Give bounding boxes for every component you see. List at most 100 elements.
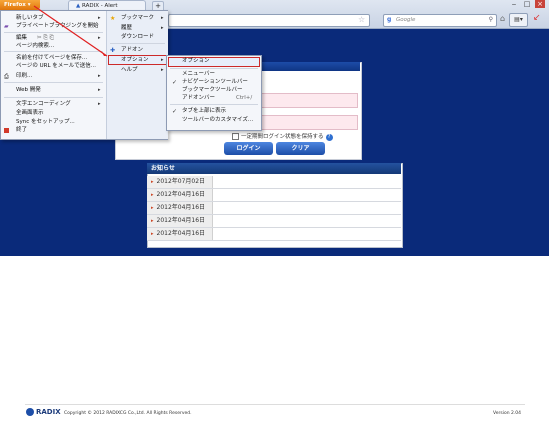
radix-logo-icon bbox=[26, 408, 34, 416]
search-placeholder: Google bbox=[396, 17, 416, 23]
footer-divider bbox=[25, 404, 525, 405]
tab-favicon: ▲ bbox=[76, 3, 81, 9]
menu-separator bbox=[170, 104, 258, 105]
submenu-item-addon-bar[interactable]: アドオンバー bbox=[182, 94, 215, 102]
menu-item-save-page[interactable]: 名前を付けてページを保存... bbox=[16, 54, 87, 62]
exit-icon bbox=[4, 128, 9, 133]
menu-separator bbox=[4, 51, 103, 52]
news-row[interactable]: ▸ 2012年04月16日 bbox=[147, 202, 401, 215]
menu-item-web-developer[interactable]: Web 開発 bbox=[16, 86, 41, 94]
news-row[interactable]: ▸ 2012年04月16日 bbox=[147, 228, 401, 241]
google-icon: g bbox=[387, 16, 392, 23]
bullet-icon: ▸ bbox=[151, 192, 154, 198]
mask-icon: ▰ bbox=[4, 23, 9, 30]
submenu-arrow-icon: ▸ bbox=[98, 15, 101, 21]
red-arrow-icon: ↙ bbox=[533, 13, 541, 23]
news-row[interactable]: ▸ 2012年07月02日 bbox=[147, 176, 401, 189]
bullet-icon: ▸ bbox=[151, 231, 154, 237]
footer-logo-text: RADIX bbox=[36, 408, 61, 416]
help-icon[interactable]: ? bbox=[325, 134, 333, 141]
submenu-item-customize-toolbar[interactable]: ツールバーのカスタマイズ... bbox=[182, 116, 253, 124]
submenu-item-options[interactable]: オプション bbox=[182, 57, 210, 65]
clear-button[interactable]: クリア bbox=[276, 142, 325, 155]
search-input[interactable]: g Google ⚲ bbox=[383, 14, 497, 27]
bookmarks-button[interactable]: ▤▾ bbox=[509, 13, 528, 27]
remember-checkbox[interactable] bbox=[232, 133, 239, 140]
addon-bar-shortcut: Ctrl+/ bbox=[236, 95, 253, 101]
menu-left-column: 新しいタブ ▸ ▰ プライベートブラウジングを開始 編集 ✂ ⎘ ⎗ ▸ ページ… bbox=[1, 11, 106, 139]
menu-item-edit[interactable]: 編集 bbox=[16, 34, 27, 42]
menu-item-exit[interactable]: 終了 bbox=[16, 126, 27, 134]
login-button[interactable]: ログイン bbox=[224, 142, 273, 155]
user-id-field[interactable] bbox=[257, 93, 358, 108]
news-date: 2012年04月16日 bbox=[156, 230, 206, 237]
submenu-arrow-icon: ▸ bbox=[98, 101, 101, 107]
menu-separator bbox=[4, 97, 103, 98]
submenu-arrow-icon: ▸ bbox=[98, 87, 101, 93]
maximize-button[interactable]: □ bbox=[522, 0, 532, 8]
menu-item-print[interactable]: 印刷... bbox=[16, 72, 32, 80]
menu-item-addons[interactable]: アドオン bbox=[121, 46, 143, 54]
bullet-icon: ▸ bbox=[151, 179, 154, 185]
home-icon[interactable]: ⌂ bbox=[500, 14, 505, 23]
firefox-menu-button[interactable]: Firefox ▾ bbox=[0, 0, 40, 10]
news-title: お知らせ bbox=[147, 163, 401, 174]
menu-item-downloads[interactable]: ダウンロード bbox=[121, 33, 154, 41]
submenu-item-tabs-on-top[interactable]: タブを上部に表示 bbox=[182, 107, 226, 115]
news-date: 2012年04月16日 bbox=[156, 191, 206, 198]
checkmark-icon: ✓ bbox=[172, 79, 178, 86]
bullet-icon: ▸ bbox=[151, 218, 154, 224]
menu-item-find[interactable]: ページ内検索... bbox=[16, 42, 54, 50]
bookmark-star-icon[interactable]: ☆ bbox=[358, 15, 365, 24]
news-row[interactable]: ▸ 2012年04月16日 bbox=[147, 215, 401, 228]
menu-item-new-tab[interactable]: 新しいタブ bbox=[16, 14, 44, 22]
menu-item-options[interactable]: オプション bbox=[121, 56, 149, 64]
bullet-icon: ▸ bbox=[151, 205, 154, 211]
menu-separator bbox=[110, 43, 165, 44]
menu-right-column: ★ ブックマーク ▸ 履歴 ▸ ダウンロード ✚ アドオン オプション ▸ ヘル… bbox=[106, 11, 168, 139]
tab-title: RADIX - Alert bbox=[81, 3, 118, 9]
menu-separator bbox=[4, 82, 103, 83]
submenu-arrow-icon: ▸ bbox=[98, 35, 101, 41]
edit-tools-icons: ✂ ⎘ ⎗ bbox=[37, 35, 54, 41]
checkmark-icon: ✓ bbox=[172, 108, 178, 115]
menu-item-bookmarks[interactable]: ブックマーク bbox=[121, 14, 154, 22]
menu-item-email-link[interactable]: ページの URL をメールで送信... bbox=[16, 62, 96, 70]
submenu-arrow-icon: ▸ bbox=[161, 25, 164, 31]
submenu-item-menu-bar[interactable]: メニューバー bbox=[182, 70, 215, 78]
printer-icon: ⎙ bbox=[4, 73, 9, 80]
menu-item-private-browsing[interactable]: プライベートブラウジングを開始 bbox=[16, 22, 99, 30]
bookmark-star-icon: ★ bbox=[110, 15, 116, 22]
addon-puzzle-icon: ✚ bbox=[110, 47, 116, 54]
menu-separator bbox=[170, 68, 258, 69]
url-bar[interactable] bbox=[168, 14, 370, 27]
submenu-arrow-icon: ▸ bbox=[161, 15, 164, 21]
news-date: 2012年04月16日 bbox=[156, 217, 206, 224]
version-text: Version 2.04 bbox=[493, 411, 521, 416]
footer-logo: RADIX bbox=[26, 408, 61, 416]
menu-separator bbox=[4, 32, 103, 33]
copyright-text: Copyright © 2012 RADIXCG Co.,Ltd. All Ri… bbox=[64, 411, 192, 416]
remember-label: 一定期間ログイン状態を保持する bbox=[241, 134, 324, 140]
menu-item-character-encoding[interactable]: 文字エンコーディング bbox=[16, 100, 71, 108]
tab-radix-alert[interactable]: ▲ RADIX - Alert bbox=[68, 0, 146, 10]
search-icon[interactable]: ⚲ bbox=[489, 16, 493, 23]
submenu-item-bookmarks-toolbar[interactable]: ブックマークツールバー bbox=[182, 86, 243, 94]
news-date: 2012年07月02日 bbox=[156, 178, 206, 185]
submenu-item-navigation-toolbar[interactable]: ナビゲーションツールバー bbox=[182, 78, 248, 86]
news-date: 2012年04月16日 bbox=[156, 204, 206, 211]
firefox-button-label: Firefox bbox=[4, 2, 26, 8]
news-row[interactable]: ▸ 2012年04月16日 bbox=[147, 189, 401, 202]
password-field[interactable] bbox=[257, 115, 358, 130]
remember-login-row[interactable]: 一定期間ログイン状態を保持する? bbox=[232, 132, 333, 141]
menu-item-sync-setup[interactable]: Sync をセットアップ... bbox=[16, 118, 75, 126]
close-button[interactable]: × bbox=[535, 0, 545, 8]
firefox-app-menu: 新しいタブ ▸ ▰ プライベートブラウジングを開始 編集 ✂ ⎘ ⎗ ▸ ページ… bbox=[0, 10, 168, 140]
menu-item-help[interactable]: ヘルプ bbox=[121, 66, 138, 74]
minimize-button[interactable]: ‒ bbox=[509, 0, 519, 8]
menu-item-history[interactable]: 履歴 bbox=[121, 24, 132, 32]
options-submenu: オプション メニューバー ✓ ナビゲーションツールバー ブックマークツールバー … bbox=[166, 55, 262, 131]
submenu-arrow-icon: ▸ bbox=[161, 57, 164, 63]
menu-item-full-screen[interactable]: 全画面表示 bbox=[16, 109, 44, 117]
submenu-arrow-icon: ▸ bbox=[98, 73, 101, 79]
